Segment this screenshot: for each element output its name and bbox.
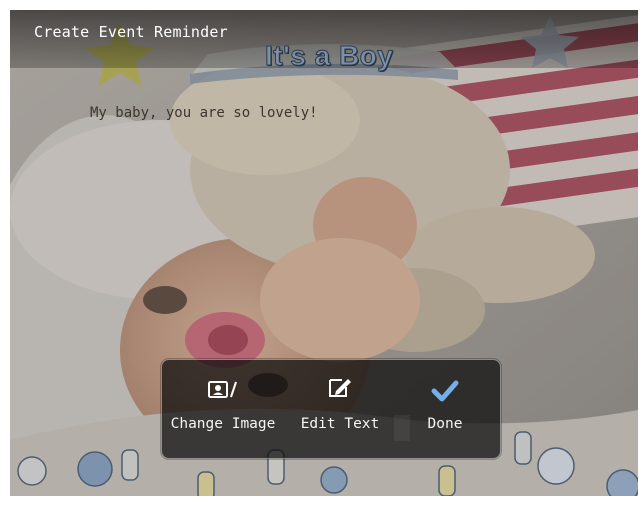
edit-text-icon	[329, 379, 351, 397]
page-title: Create Event Reminder	[34, 23, 228, 41]
checkmark-icon	[431, 380, 459, 402]
banner-text: It's a Boy	[264, 40, 394, 72]
change-image-label: Change Image	[170, 416, 276, 432]
change-image-icon	[208, 381, 237, 398]
edit-text-label: Edit Text	[300, 416, 380, 432]
done-label: Done	[427, 416, 463, 432]
caption-text: My baby, you are so lovely!	[90, 105, 318, 121]
done-button[interactable]: Done	[417, 360, 473, 458]
edit-text-button[interactable]: Edit Text	[296, 360, 410, 458]
change-image-button[interactable]: Change Image	[166, 360, 280, 458]
event-reminder-screen: Create Event Reminder It's a Boy My baby…	[10, 10, 638, 496]
action-menu: Change Image Edit Text Done	[161, 359, 501, 459]
edit-text-highlight	[394, 415, 410, 441]
